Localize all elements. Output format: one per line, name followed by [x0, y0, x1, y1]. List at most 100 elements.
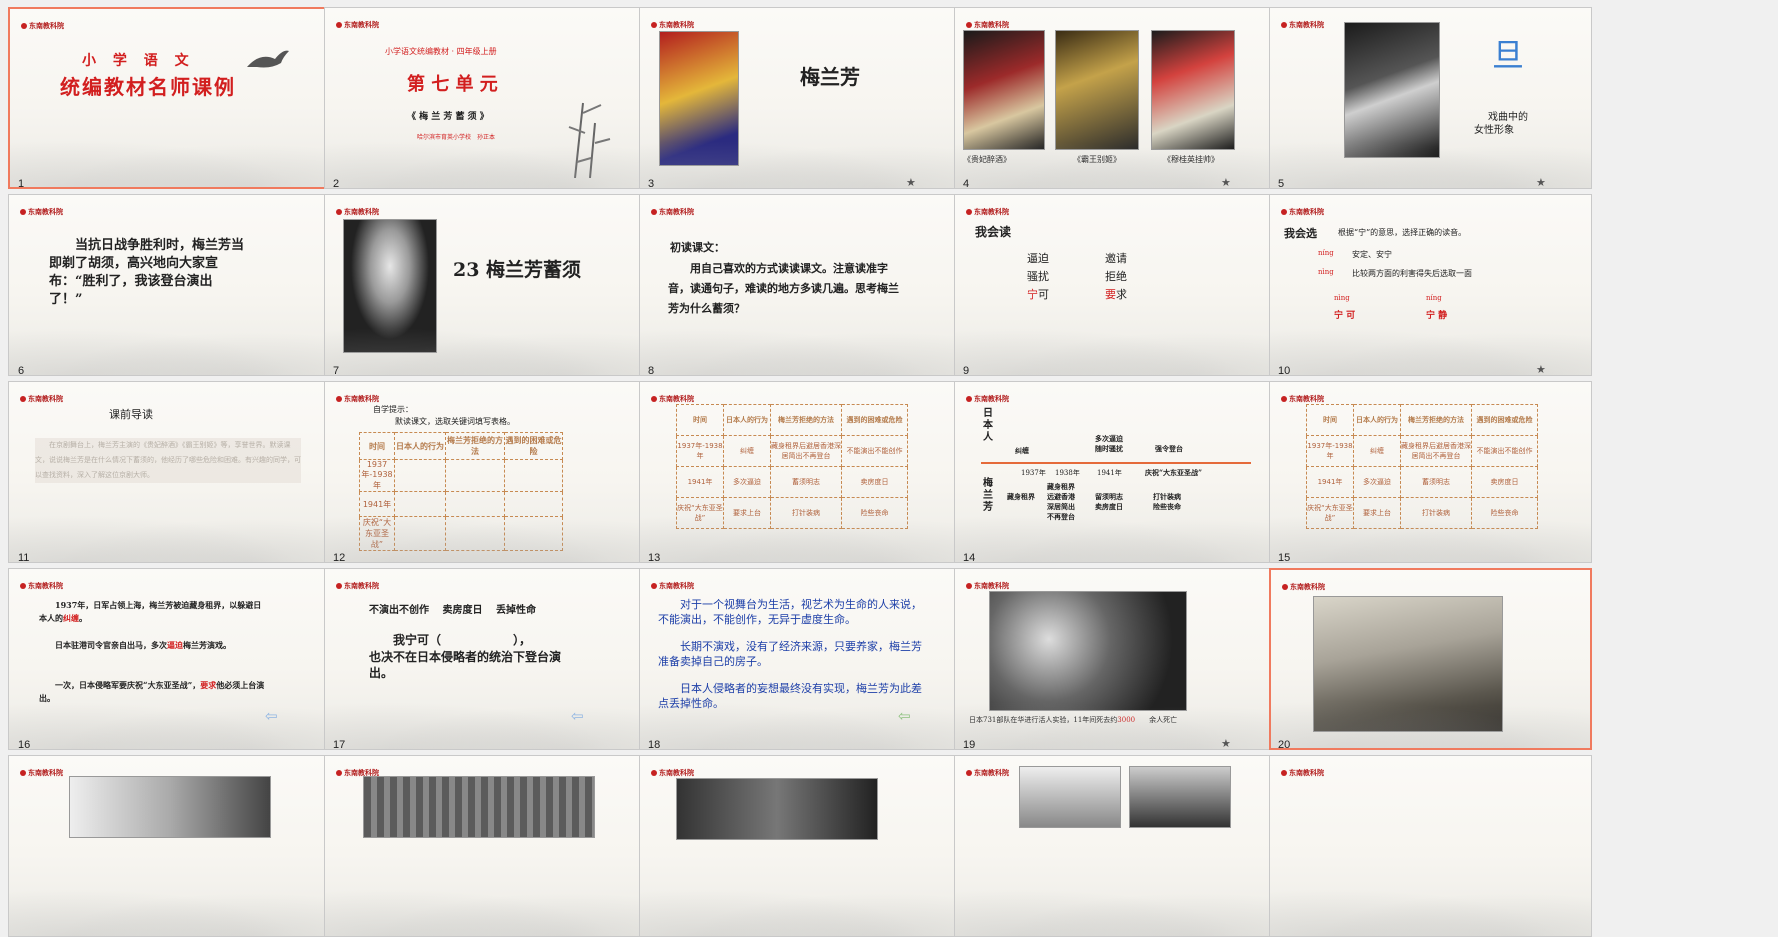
slide-thumbnail-2[interactable]: 东南教科院 小学语文统编教材 · 四年级上册 第 七 单 元 《 梅 兰 芳 蓄… — [324, 7, 647, 189]
historical-photo — [676, 778, 878, 840]
timeline-response: 藏身租界 — [1007, 492, 1035, 501]
slide-thumbnail-22[interactable]: 东南教科院 — [324, 755, 647, 937]
logo-icon — [336, 583, 342, 589]
side-label: 日本人 — [983, 408, 993, 443]
timeline-event: 强令登台 — [1155, 444, 1183, 453]
slide-thumbnail-21[interactable]: 东南教科院 — [8, 755, 331, 937]
slide-thumbnail-25[interactable]: 东南教科院 — [1269, 755, 1592, 937]
logo-icon — [1281, 22, 1287, 28]
slide-thumbnail-4[interactable]: 东南教科院 《贵妃醉酒》 《霸王别姬》 《穆桂英挂帅》 — [954, 7, 1277, 189]
slide-author: 哈尔滨市育英小学校 孙正本 — [417, 134, 496, 141]
slide-number: 15 — [1278, 552, 1291, 564]
slide-thumbnail-7[interactable]: 东南教科院 23 梅兰芳蓄须 — [324, 194, 647, 376]
logo-icon — [1281, 770, 1287, 776]
slide-options: 不演出不创作 卖房度日 丢掉性命 — [369, 605, 536, 616]
table-cell: 卖房度日 — [841, 466, 908, 498]
slide-number: 16 — [18, 739, 31, 751]
logo-icon — [1281, 209, 1287, 215]
filled-table: 时间 日本人的行为 梅兰芳拒绝的方法 遇到的困难或危险 1937年-1938年 纠缠 藏身… — [1306, 404, 1538, 529]
slide-thumbnail-1[interactable]: 东南教科院 小 学 语 文 统编教材名师课例 — [8, 7, 331, 189]
slide-number: 5 — [1278, 178, 1285, 190]
slide-prompt: 根据“宁”的意思，选择正确的读音。 — [1338, 228, 1467, 237]
slide-thumbnail-14[interactable]: 东南教科院 日本人 梅兰芳 纠缠 多次逼迫 随时骚扰 强令登台 1937年 19… — [954, 381, 1277, 563]
slide-heading: 我会选 — [1284, 227, 1317, 240]
opera-photo — [963, 30, 1045, 150]
back-arrow-icon[interactable]: ⇦ — [898, 707, 911, 725]
logo-icon — [651, 770, 657, 776]
slide-logo: 东南教科院 — [336, 20, 379, 30]
logo-icon — [651, 209, 657, 215]
definition: 安定、安宁 — [1352, 250, 1392, 259]
slide-thumbnail-6[interactable]: 东南教科院 当抗日战争胜利时，梅兰芳当即剃了胡须，高兴地向大家宣布：“胜利了，我… — [8, 194, 331, 376]
logo-icon — [1281, 396, 1287, 402]
slide-logo: 东南教科院 — [336, 207, 379, 217]
timeline-year: 1941年 — [1097, 469, 1122, 477]
slide-thumbnail-13[interactable]: 东南教科院 时间 日本人的行为 梅兰芳拒绝的方法 遇到的困难或危险 1937年-193… — [639, 381, 962, 563]
slide-number: 10 — [1278, 365, 1291, 377]
table-cell: 庆祝“大东亚圣战” — [359, 516, 395, 551]
vocab-word: 逼迫 — [1027, 252, 1049, 265]
slide-thumbnail-12[interactable]: 东南教科院 自学提示： 默读课文，选取关键词填写表格。 时间 日本人的行为 梅兰芳拒… — [324, 381, 647, 563]
slide-thumbnail-5[interactable]: 东南教科院 旦 戏曲中的 女性形象 — [1269, 7, 1592, 189]
table-cell: 1941年 — [676, 466, 724, 498]
table-header: 日本人的行为 — [723, 404, 771, 436]
logo-icon — [966, 396, 972, 402]
pinyin: nìng — [1318, 268, 1334, 276]
slide-paragraph: 1937年，日军占领上海，梅兰芳被迫藏身租界，以躲避日本人的纠缠。 — [39, 600, 262, 623]
slide-logo: 东南教科院 — [1281, 768, 1324, 778]
logo-icon — [336, 22, 342, 28]
logo-icon — [651, 22, 657, 28]
pinyin: nìng — [1334, 294, 1350, 302]
slide-number: 3 — [648, 178, 655, 190]
slide-number: 11 — [18, 552, 30, 564]
slide-paragraph: 一次，日本侵略军要庆祝“大东亚圣战”，要求他必须上台演出。 — [39, 680, 265, 703]
table-header: 梅兰芳拒绝的方法 — [445, 432, 505, 460]
slide-thumbnail-17[interactable]: 东南教科院 不演出不创作 卖房度日 丢掉性命 我宁可（ ）， 也决不在日本侵略者… — [324, 568, 647, 750]
chinese-character: 旦 — [1492, 36, 1525, 74]
timeline-response: 打针装病 险些丧命 — [1153, 492, 1181, 511]
slide-thumbnail-16[interactable]: 东南教科院 1937年，日军占领上海，梅兰芳被迫藏身租界，以躲避日本人的纠缠。 … — [8, 568, 331, 750]
back-arrow-icon[interactable]: ⇦ — [265, 707, 278, 725]
back-arrow-icon[interactable]: ⇦ — [571, 707, 584, 725]
table-cell: 多次逼迫 — [723, 466, 771, 498]
table-cell: 不能演出不能创作 — [1471, 435, 1538, 467]
slide-thumbnail-11[interactable]: 东南教科院 课前导读 在京剧舞台上，梅兰芳主演的《贵妃醉酒》《霸王别姬》等，享誉… — [8, 381, 331, 563]
slide-thumbnail-10[interactable]: 东南教科院 我会选 根据“宁”的意思，选择正确的读音。 níng 安定、安宁 n… — [1269, 194, 1592, 376]
slide-number: 2 — [333, 178, 340, 190]
slide-sentence: 也决不在日本侵略者的统治下登台演出。 — [369, 650, 562, 680]
logo-icon — [966, 770, 972, 776]
table-cell: 藏身租界后避居香港深居简出不再登台 — [1400, 435, 1472, 467]
slide-thumbnail-24[interactable]: 东南教科院 — [954, 755, 1277, 937]
filled-table: 时间 日本人的行为 梅兰芳拒绝的方法 遇到的困难或危险 1937年-1938年 纠缠 藏身… — [676, 404, 908, 529]
slide-thumbnail-3[interactable]: 东南教科院 梅兰芳 — [639, 7, 962, 189]
timeline-response: 藏身租界 远避香港 深居简出 不再登台 — [1047, 482, 1075, 521]
timeline-response: 留须明志 卖房度日 — [1095, 492, 1123, 511]
slide-thumbnail-20[interactable]: 东南教科院 — [1269, 568, 1592, 750]
slide-heading: 初读课文： — [670, 241, 725, 254]
vocab-word: 宁 静 — [1426, 311, 1448, 321]
slide-thumbnail-18[interactable]: 东南教科院 对于一个视舞台为生活，视艺术为生命的人来说，不能演出，不能创作，无异… — [639, 568, 962, 750]
slide-thumbnail-23[interactable]: 东南教科院 — [639, 755, 962, 937]
slide-number: 1 — [18, 178, 25, 190]
slide-thumbnail-9[interactable]: 东南教科院 我会读 逼迫 邀请 骚扰 拒绝 宁可 要求 — [954, 194, 1277, 376]
slide-number: 13 — [648, 552, 661, 564]
slide-tip: 自学提示： — [373, 405, 413, 414]
slide-thumbnail-8[interactable]: 东南教科院 初读课文： 用自己喜欢的方式读读课文。注意读准字音，读通句子，难读的… — [639, 194, 962, 376]
table-cell: 1941年 — [359, 491, 395, 517]
logo-icon — [20, 396, 26, 402]
slide-logo: 东南教科院 — [1281, 207, 1324, 217]
slide-thumbnail-15[interactable]: 东南教科院 时间 日本人的行为 梅兰芳拒绝的方法 遇到的困难或危险 1937年-193… — [1269, 381, 1592, 563]
historical-photo — [1313, 596, 1503, 732]
definition: 比较两方面的利害得失后选取一面 — [1352, 269, 1472, 278]
slide-thumbnail-19[interactable]: 东南教科院 日本731部队在华进行活人实验，11年间死去约3000 余人死亡 — [954, 568, 1277, 750]
slide-body-text: 当抗日战争胜利时，梅兰芳当即剃了胡须，高兴地向大家宣布：“胜利了，我该登台演出了… — [49, 238, 245, 307]
portrait-photo — [343, 219, 437, 353]
table-cell: 卖房度日 — [1471, 466, 1538, 498]
table-header: 遇到的困难或危险 — [504, 432, 563, 460]
table-cell: 多次逼迫 — [1353, 466, 1401, 498]
slide-number: 7 — [333, 365, 340, 377]
logo-icon — [651, 396, 657, 402]
pinyin: níng — [1426, 294, 1442, 302]
slide-sentence: 我宁可（ ）， — [369, 633, 532, 647]
slide-subtitle: 小学语文统编教材 · 四年级上册 — [385, 47, 497, 56]
